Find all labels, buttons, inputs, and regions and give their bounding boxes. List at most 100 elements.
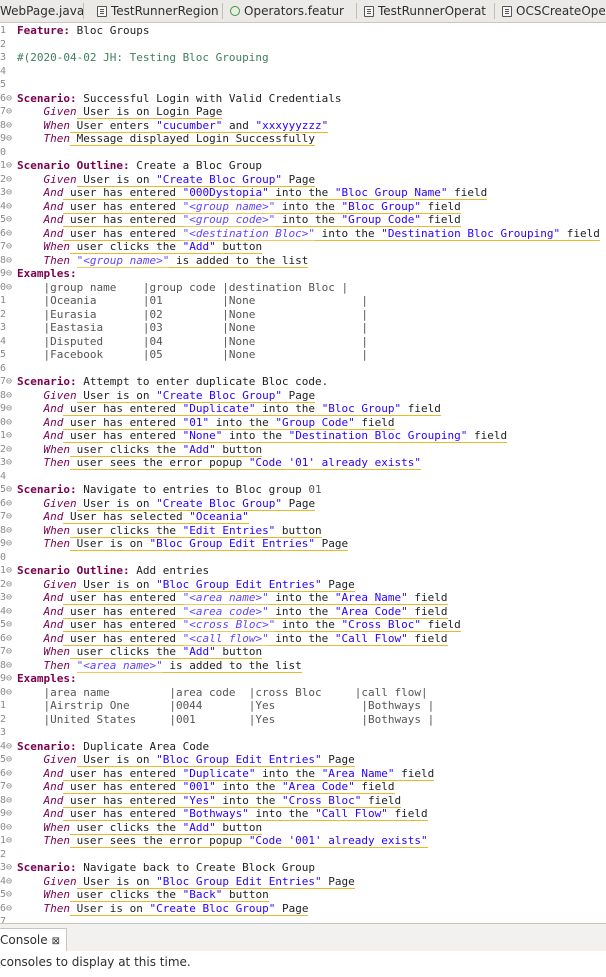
code-token: "Add" bbox=[182, 820, 216, 835]
code-token: Then bbox=[43, 456, 71, 469]
code-token: "xxxyyyzzz" bbox=[255, 118, 329, 133]
tab-webpage-java[interactable]: WebPage.java bbox=[0, 0, 84, 22]
code-token: user has entered bbox=[63, 226, 183, 241]
code-token: Given bbox=[43, 753, 77, 766]
code-token: User is on bbox=[76, 388, 157, 403]
code-line: 6⊖ And user has entered "<call flow>" in… bbox=[0, 631, 606, 646]
code-token: And bbox=[43, 631, 64, 645]
code-token: "Bloc Group Name" bbox=[334, 186, 448, 200]
code-text: Examples: bbox=[17, 267, 77, 281]
code-token: field bbox=[467, 429, 508, 443]
tab-console[interactable]: Console ⊠ bbox=[0, 928, 68, 951]
code-line: 8⊖ And user has entered "Yes" into the "… bbox=[0, 793, 606, 808]
code-token: Page bbox=[281, 388, 316, 403]
code-token: user has entered bbox=[63, 213, 183, 227]
code-text: #(2020-04-02 JH: Testing Bloc Grouping bbox=[17, 51, 269, 65]
code-token: And bbox=[43, 780, 64, 793]
tab-label: OCSCreateOpera bbox=[516, 4, 606, 18]
code-token: "<area code>" bbox=[182, 604, 269, 619]
code-token: into the bbox=[255, 766, 322, 781]
code-token: field bbox=[354, 780, 395, 794]
code-line: 2 |United States |001 |Yes |Bothways | bbox=[0, 713, 606, 727]
code-token: field bbox=[447, 186, 488, 200]
code-token: field bbox=[407, 591, 448, 605]
tab-ocscreateopera[interactable]: OCSCreateOpera bbox=[502, 0, 606, 22]
editor-tab-bar: WebPage.java TestRunnerRegion Operators.… bbox=[0, 0, 606, 23]
line-number: 8⊖ bbox=[0, 119, 13, 131]
code-line: 8⊖ Then "<group name>" is added to the l… bbox=[0, 253, 606, 268]
console-panel: Console ⊠ consoles to display at this tim… bbox=[0, 923, 606, 977]
code-token: Duplicate Area Code bbox=[76, 739, 210, 753]
code-token: into the bbox=[268, 186, 335, 200]
code-text: Then Message displayed Login Successfull… bbox=[17, 132, 316, 146]
close-icon[interactable]: ⊠ bbox=[52, 936, 60, 947]
code-token: user has entered bbox=[63, 780, 183, 794]
code-line: 4⊖ And user has entered "<group name>" i… bbox=[0, 199, 606, 214]
code-token: into the bbox=[268, 631, 335, 646]
code-token: |Facebook |05 |None | bbox=[17, 348, 368, 361]
code-line: 6⊖ Then User is on "Create Bloc Group" P… bbox=[0, 901, 606, 916]
code-token: into the bbox=[248, 807, 316, 821]
line-number: 8⊖ bbox=[0, 659, 13, 671]
tab-testrunneroperat[interactable]: TestRunnerOperat bbox=[364, 0, 486, 22]
code-token: #(2020-04-02 JH: Testing Bloc Grouping bbox=[17, 51, 269, 64]
tab-label: Operators.featur bbox=[244, 4, 344, 18]
line-number: 1⊖ bbox=[0, 430, 13, 441]
code-token: Scenario: bbox=[17, 739, 77, 753]
tab-testrunnerregion[interactable]: TestRunnerRegion bbox=[97, 0, 219, 22]
line-number: 2⊖ bbox=[0, 173, 13, 185]
line-number: 9⊖ bbox=[0, 403, 13, 414]
code-token: into the bbox=[255, 402, 322, 416]
code-token: "000Dystopia" bbox=[182, 186, 269, 200]
line-number: 0⊖ bbox=[0, 686, 13, 698]
code-token: And bbox=[43, 415, 64, 429]
code-token: |Disputed |04 |None | bbox=[17, 334, 368, 348]
code-token: "Back" bbox=[182, 888, 223, 902]
line-number: 5 bbox=[0, 349, 7, 360]
code-token: User is on bbox=[70, 537, 150, 551]
code-token: is added to the list bbox=[162, 658, 302, 673]
code-token: field bbox=[394, 766, 435, 781]
tab-label: TestRunnerRegion bbox=[111, 4, 219, 18]
code-token: user has entered bbox=[63, 186, 183, 200]
code-line: 6 bbox=[0, 362, 606, 376]
code-token: field bbox=[354, 415, 395, 430]
code-token: When bbox=[43, 442, 71, 456]
code-token: "Call Flow" bbox=[334, 631, 408, 646]
console-tab-label: Console bbox=[0, 933, 48, 947]
line-number: 9⊖ bbox=[0, 268, 13, 279]
code-token: user has entered bbox=[63, 429, 183, 443]
code-token: user has entered bbox=[63, 807, 183, 821]
tab-operators-feature[interactable]: Operators.featur bbox=[230, 0, 344, 22]
feature-editor[interactable]: 1 Feature: Bloc Groups 2 3 #(2020-04-02 JH: … bbox=[0, 22, 606, 923]
code-text: And user has entered "<group name>" into… bbox=[17, 199, 461, 214]
code-token: Scenario: bbox=[17, 375, 77, 388]
code-token: "Create Bloc Group" bbox=[156, 388, 282, 403]
code-text: Scenario: Duplicate Area Code bbox=[17, 740, 209, 754]
line-number: 3 bbox=[0, 52, 7, 63]
code-text: Examples: bbox=[17, 672, 77, 686]
code-token: User has selected bbox=[63, 510, 190, 524]
code-text: Then User is on "Create Bloc Group" Page bbox=[17, 901, 309, 916]
code-token: And bbox=[43, 186, 64, 199]
line-number: 1 bbox=[0, 700, 7, 711]
code-token: user clicks the bbox=[70, 888, 183, 902]
code-token: button bbox=[222, 888, 269, 902]
code-token: "01" bbox=[182, 415, 210, 430]
code-token: Scenario Outline: bbox=[17, 564, 130, 577]
